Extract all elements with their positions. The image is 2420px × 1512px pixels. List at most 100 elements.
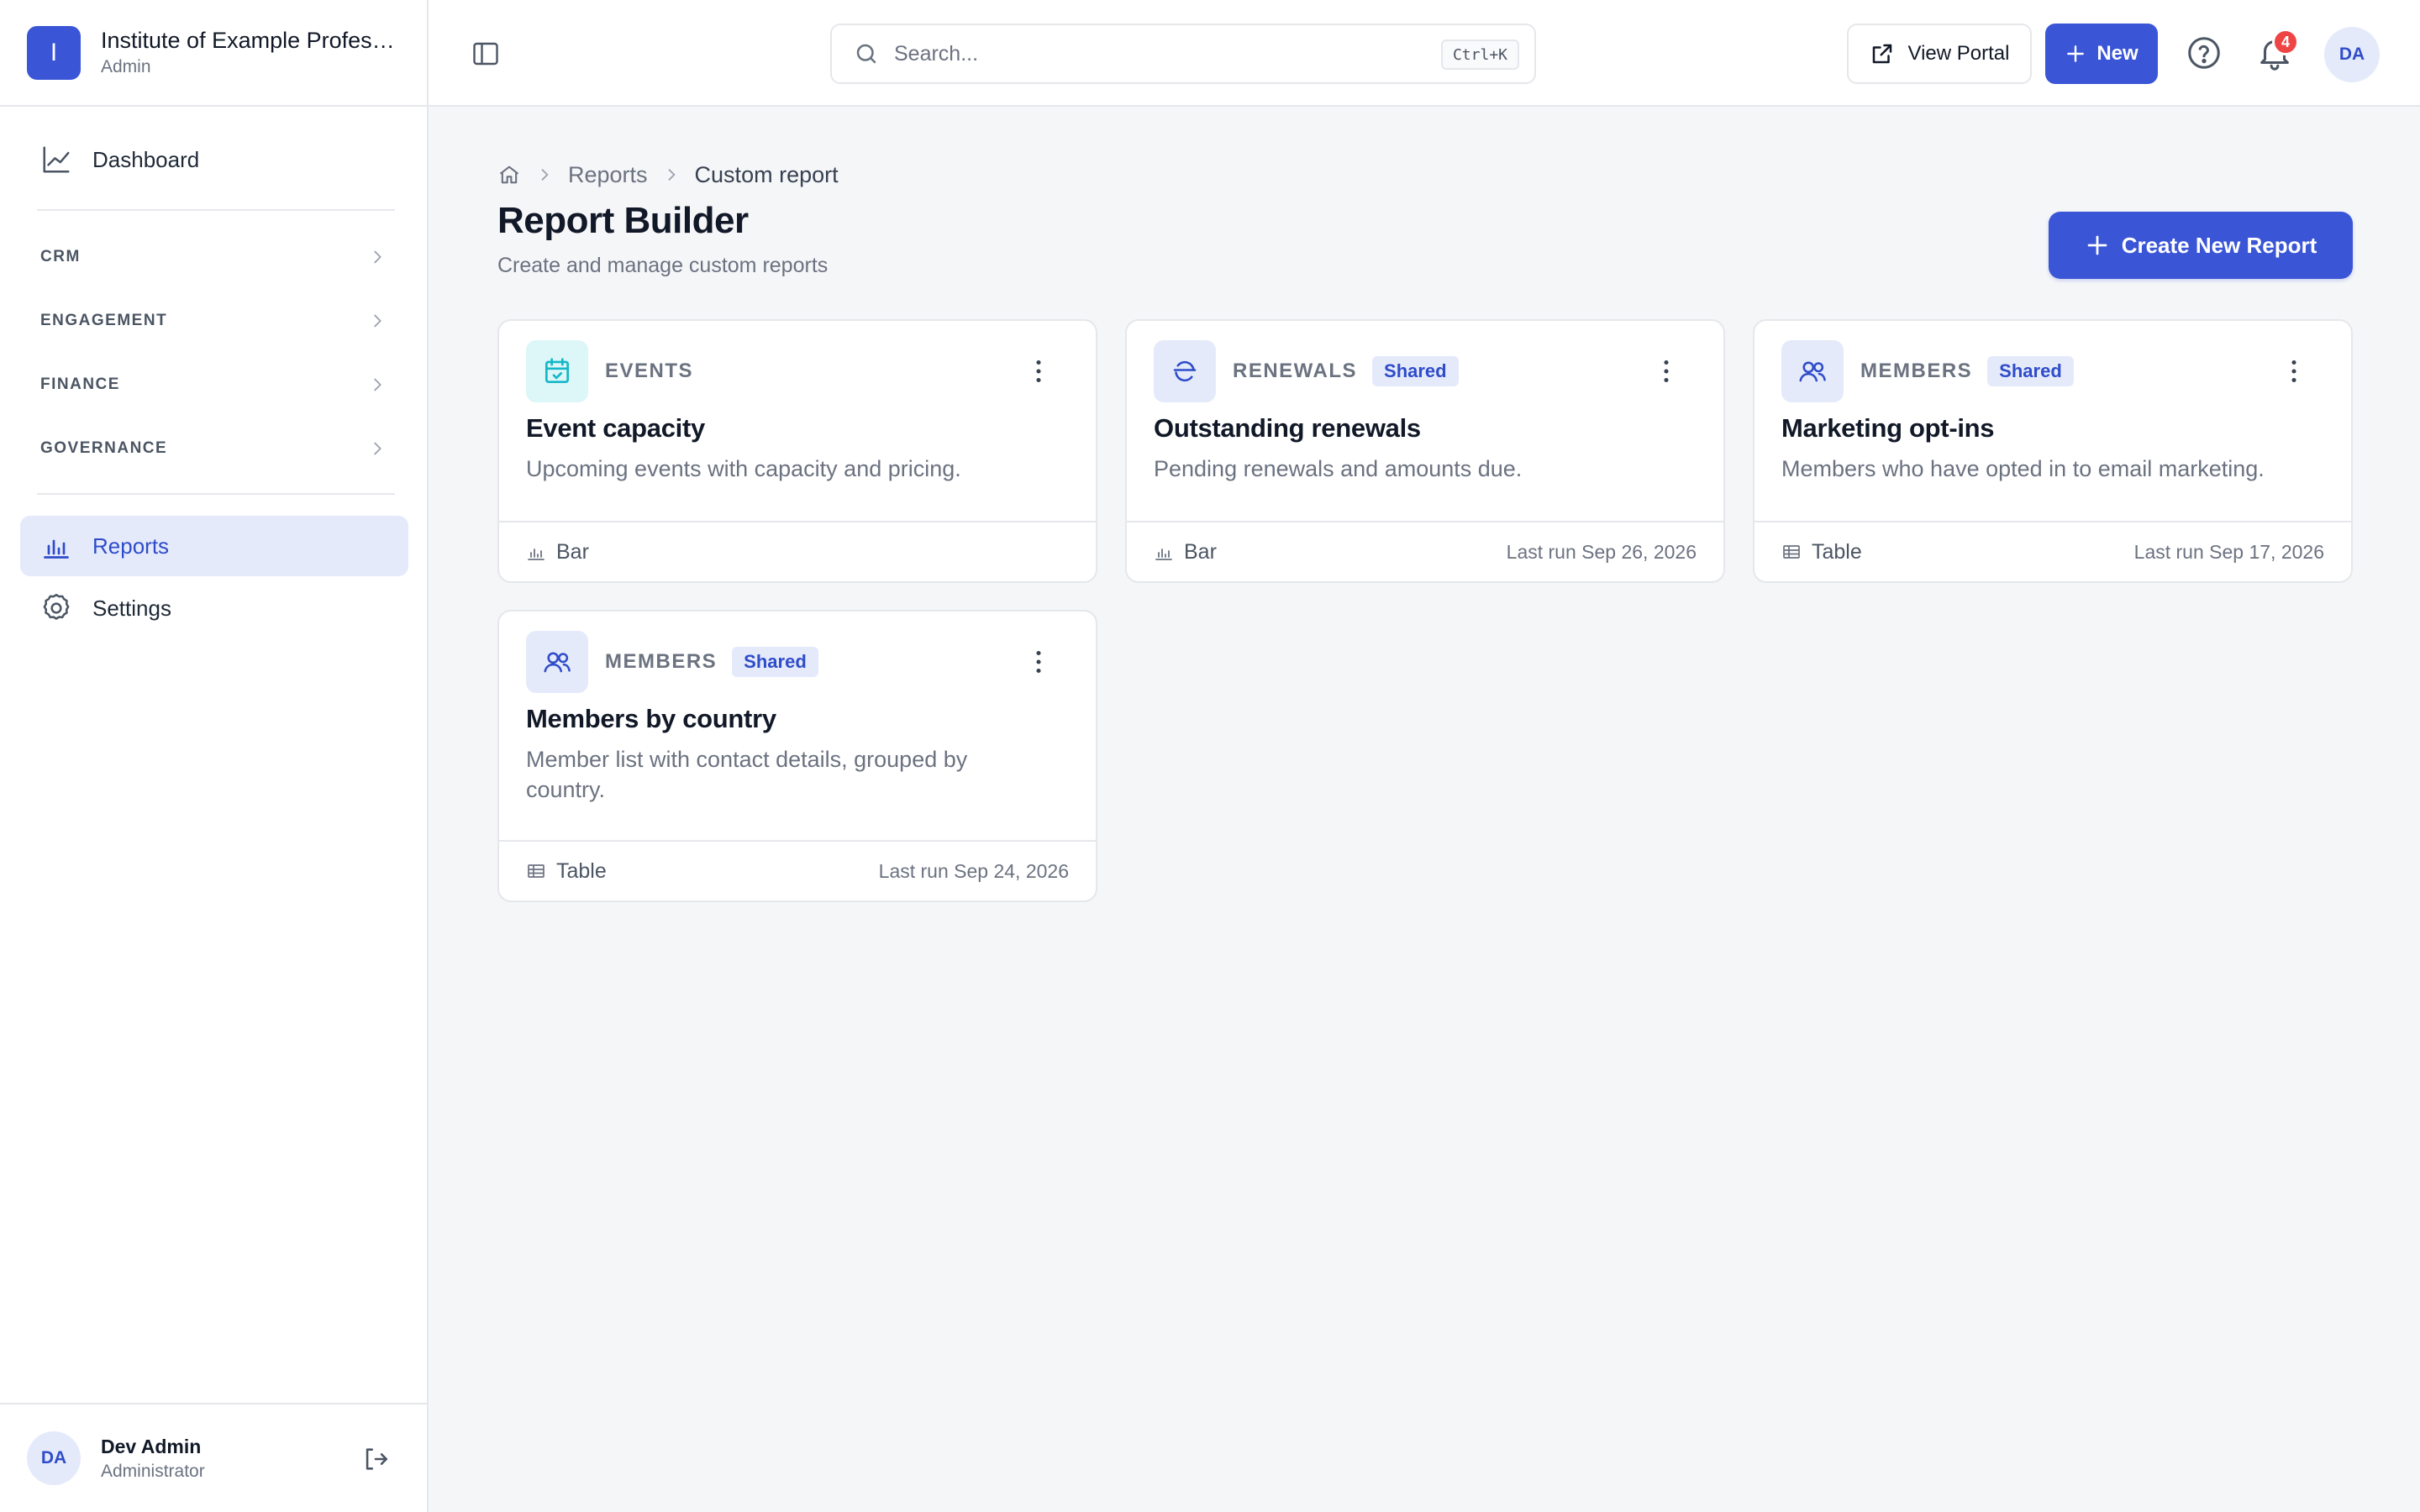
- plus-icon: [2065, 43, 2086, 65]
- user-footer: DA Dev Admin Administrator: [0, 1403, 427, 1512]
- card-type: Table: [556, 858, 607, 883]
- more-options-icon[interactable]: [1023, 647, 1054, 677]
- search-box[interactable]: Ctrl+K: [830, 24, 1536, 84]
- card-category: MEMBERS: [605, 650, 718, 673]
- nav-group-label: FINANCE: [40, 375, 120, 393]
- search-shortcut: Ctrl+K: [1440, 39, 1519, 70]
- chevron-right-icon: [368, 375, 387, 394]
- report-card-marketing-opt-ins[interactable]: MEMBERS Shared Marketing opt-ins Members…: [1753, 319, 2353, 583]
- users-icon: [1781, 340, 1844, 402]
- sidebar-toggle-icon[interactable]: [471, 39, 501, 69]
- plus-icon: [2085, 233, 2110, 258]
- more-options-icon[interactable]: [2279, 356, 2309, 386]
- new-button[interactable]: New: [2045, 24, 2158, 84]
- shared-badge: Shared: [1987, 356, 2074, 386]
- home-icon[interactable]: [497, 163, 521, 186]
- report-card-event-capacity[interactable]: EVENTS Event capacity Upcoming events wi…: [497, 319, 1097, 583]
- breadcrumb: Reports Custom report: [497, 160, 839, 190]
- card-description: Pending renewals and amounts due.: [1154, 456, 1523, 481]
- card-type: Table: [1812, 539, 1862, 564]
- card-footer: Table Last run Sep 17, 2026: [1754, 521, 2351, 581]
- calendar-icon: [526, 340, 588, 402]
- more-options-icon[interactable]: [1651, 356, 1681, 386]
- notification-badge: 4: [2272, 29, 2299, 55]
- user-avatar[interactable]: DA: [27, 1431, 81, 1485]
- nav-group-engagement[interactable]: ENGAGEMENT: [20, 296, 408, 346]
- page-title: Report Builder: [497, 200, 749, 241]
- nav-dashboard[interactable]: Dashboard: [20, 129, 408, 190]
- org-role: Admin: [101, 57, 151, 76]
- search-input[interactable]: [894, 41, 1398, 66]
- chevron-right-icon: [663, 166, 680, 183]
- new-label: New: [2096, 42, 2139, 65]
- bar-chart-icon: [526, 542, 546, 562]
- bar-chart-icon: [1154, 542, 1174, 562]
- help-icon[interactable]: [2185, 34, 2223, 72]
- table-icon: [526, 861, 546, 881]
- org-name: Institute of Example Professionals: [101, 28, 403, 53]
- card-last-run: Last run Sep 24, 2026: [878, 859, 1069, 882]
- card-title: Event capacity: [526, 413, 705, 443]
- nav-settings-label: Settings: [92, 595, 171, 621]
- chevron-right-icon: [368, 248, 387, 266]
- shared-badge: Shared: [1372, 356, 1459, 386]
- refresh-icon: [1154, 340, 1216, 402]
- report-card-outstanding-renewals[interactable]: RENEWALS Shared Outstanding renewals Pen…: [1125, 319, 1725, 583]
- card-description: Upcoming events with capacity and pricin…: [526, 456, 961, 481]
- nav-group-label: GOVERNANCE: [40, 439, 168, 457]
- nav-settings[interactable]: Settings: [20, 578, 408, 638]
- card-category: EVENTS: [605, 360, 694, 382]
- gear-icon: [39, 591, 74, 626]
- card-footer: Bar Last run Sep 26, 2026: [1127, 521, 1723, 581]
- card-footer: Bar: [499, 521, 1096, 581]
- chevron-right-icon: [536, 166, 553, 183]
- user-name: Dev Admin: [101, 1435, 202, 1457]
- nav-group-label: CRM: [40, 248, 81, 265]
- view-portal-button[interactable]: View Portal: [1847, 24, 2032, 84]
- card-description: Members who have opted in to email marke…: [1781, 456, 2265, 481]
- nav-group-finance[interactable]: FINANCE: [20, 360, 408, 410]
- create-new-report-button[interactable]: Create New Report: [2049, 212, 2353, 279]
- chevron-right-icon: [368, 439, 387, 458]
- card-type: Bar: [556, 539, 589, 564]
- view-portal-label: View Portal: [1907, 42, 2010, 65]
- user-role: Administrator: [101, 1461, 205, 1481]
- sidebar: I Institute of Example Professionals Adm…: [0, 0, 429, 1512]
- more-options-icon[interactable]: [1023, 356, 1054, 386]
- card-description: Member list with contact details, groupe…: [526, 747, 968, 802]
- search-icon: [854, 41, 879, 66]
- card-category: RENEWALS: [1233, 360, 1358, 382]
- shared-badge: Shared: [732, 647, 818, 677]
- nav-group-crm[interactable]: CRM: [20, 232, 408, 282]
- report-card-members-by-country[interactable]: MEMBERS Shared Members by country Member…: [497, 610, 1097, 902]
- nav-reports-label: Reports: [92, 533, 170, 559]
- logout-icon[interactable]: [361, 1445, 390, 1473]
- sidebar-divider: [37, 209, 395, 211]
- nav-group-label: ENGAGEMENT: [40, 312, 168, 329]
- card-title: Members by country: [526, 704, 776, 733]
- card-title: Marketing opt-ins: [1781, 413, 1995, 443]
- bar-chart-icon: [39, 528, 74, 564]
- card-category: MEMBERS: [1860, 360, 1973, 382]
- card-last-run: Last run Sep 17, 2026: [2133, 540, 2324, 563]
- card-footer: Table Last run Sep 24, 2026: [499, 840, 1096, 900]
- org-header[interactable]: I Institute of Example Professionals Adm…: [0, 0, 427, 107]
- card-type: Bar: [1184, 539, 1217, 564]
- page-subtitle: Create and manage custom reports: [497, 254, 829, 277]
- chevron-right-icon: [368, 312, 387, 330]
- profile-avatar[interactable]: DA: [2324, 27, 2380, 82]
- external-link-icon: [1870, 41, 1895, 66]
- nav-reports[interactable]: Reports: [20, 516, 408, 576]
- card-last-run: Last run Sep 26, 2026: [1506, 540, 1697, 563]
- org-logo: I: [27, 25, 81, 80]
- line-chart-icon: [39, 142, 74, 177]
- users-icon: [526, 631, 588, 693]
- table-icon: [1781, 542, 1802, 562]
- create-new-report-label: Create New Report: [2121, 232, 2317, 258]
- sidebar-divider: [37, 493, 395, 495]
- breadcrumb-current: Custom report: [694, 161, 839, 187]
- breadcrumb-reports[interactable]: Reports: [568, 162, 648, 188]
- card-title: Outstanding renewals: [1154, 413, 1421, 443]
- nav-group-governance[interactable]: GOVERNANCE: [20, 423, 408, 474]
- topbar: Ctrl+K View Portal New 4 DA: [429, 0, 2420, 107]
